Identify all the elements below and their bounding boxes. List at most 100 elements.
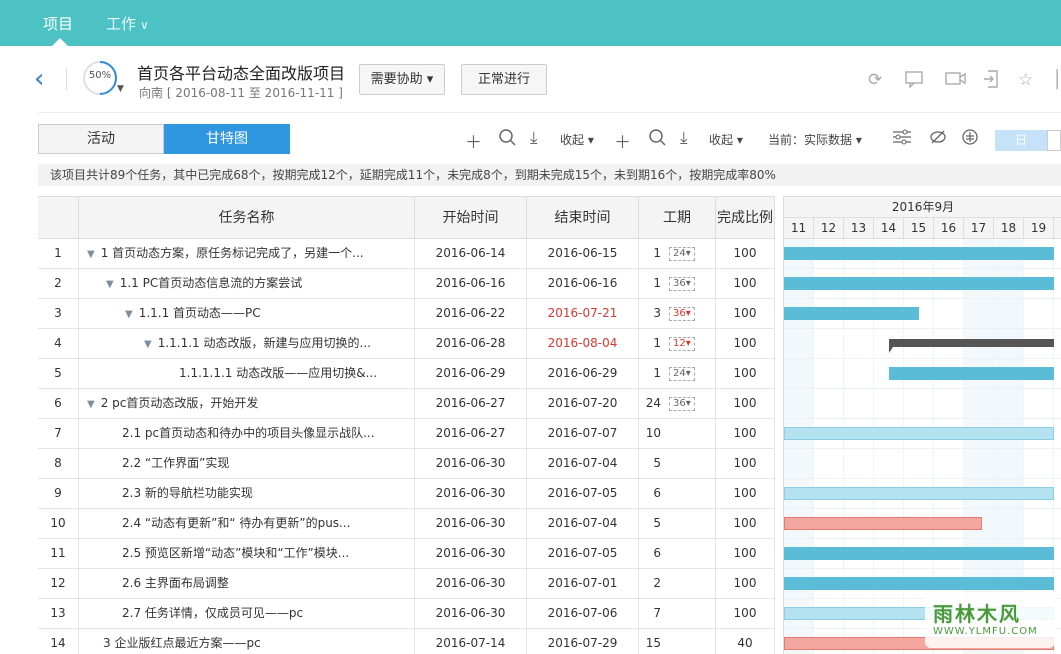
expand-toggle-icon[interactable]: ▼ xyxy=(87,399,95,410)
start-date-cell[interactable]: 2016-06-30 xyxy=(415,509,527,538)
task-name-cell[interactable]: ▼ 1 首页动态方案，原任务标记完成了，另建一个... xyxy=(79,239,415,268)
task-name-cell[interactable]: 2.1 pc首页动态和待办中的项目头像显示战队... xyxy=(79,419,415,448)
filter-settings-icon[interactable] xyxy=(892,128,912,151)
gantt-bar[interactable] xyxy=(784,486,1054,500)
gantt-bar[interactable] xyxy=(784,576,1054,590)
task-name-cell[interactable]: 2.7 任务详情，仅成员可见——pc xyxy=(79,599,415,628)
start-date-cell[interactable]: 2016-06-27 xyxy=(415,389,527,418)
table-row[interactable]: 13 2.7 任务详情，仅成员可见——pc 2016-06-30 2016-07-06… xyxy=(38,599,775,629)
start-date-cell[interactable]: 2016-06-30 xyxy=(415,569,527,598)
task-name-cell[interactable]: 2.2 “工作界面”实现 xyxy=(79,449,415,478)
duration-cell[interactable]: 1 12▾ xyxy=(639,329,716,358)
duration-cell[interactable]: 24 36▾ xyxy=(639,389,716,418)
duration-cell[interactable]: 1 36▾ xyxy=(639,269,716,298)
tab-gantt[interactable]: 甘特图 xyxy=(164,124,290,154)
tab-activity[interactable]: 活动 xyxy=(38,124,164,154)
gantt-bar[interactable] xyxy=(784,516,982,530)
start-date-cell[interactable]: 2016-06-16 xyxy=(415,269,527,298)
completion-cell[interactable]: 100 xyxy=(716,449,775,478)
duration-spinner[interactable]: 24▾ xyxy=(669,366,695,381)
start-date-cell[interactable]: 2016-07-14 xyxy=(415,629,527,654)
end-date-cell[interactable]: 2016-07-07 xyxy=(527,419,639,448)
start-date-cell[interactable]: 2016-06-30 xyxy=(415,599,527,628)
table-row[interactable]: 12 2.6 主界面布局调整 2016-06-30 2016-07-01 2 100 xyxy=(38,569,775,599)
duration-cell[interactable]: 5 xyxy=(639,449,716,478)
duration-cell[interactable]: 6 xyxy=(639,539,716,568)
table-row[interactable]: 8 2.2 “工作界面”实现 2016-06-30 2016-07-04 5 100 xyxy=(38,449,775,479)
task-name-cell[interactable]: 2.5 预览区新增“动态”模块和“工作”模块... xyxy=(79,539,415,568)
start-date-cell[interactable]: 2016-06-28 xyxy=(415,329,527,358)
table-row[interactable]: 3 ▼ 1.1.1 首页动态——PC 2016-06-22 2016-07-21 3 36▾… xyxy=(38,299,775,329)
collapse-dropdown-2[interactable]: 收起 ▾ xyxy=(709,131,743,148)
download-icon[interactable]: ⤓ xyxy=(530,128,538,148)
duration-cell[interactable]: 15 xyxy=(639,629,716,654)
end-date-cell[interactable]: 2016-07-21 xyxy=(527,299,639,328)
duration-cell[interactable]: 2 xyxy=(639,569,716,598)
duration-cell[interactable]: 1 24▾ xyxy=(639,239,716,268)
end-date-cell[interactable]: 2016-06-16 xyxy=(527,269,639,298)
duration-spinner[interactable]: 36▾ xyxy=(669,396,695,411)
gantt-bar[interactable] xyxy=(784,246,1054,260)
task-name-cell[interactable]: ▼ 1.1.1.1 动态改版，新建与应用切换的... xyxy=(79,329,415,358)
col-header-end[interactable]: 结束时间 xyxy=(527,197,639,239)
back-button[interactable]: ‹ xyxy=(34,64,44,94)
expand-toggle-icon[interactable]: ▼ xyxy=(106,279,114,290)
completion-cell[interactable]: 100 xyxy=(716,239,775,268)
task-name-cell[interactable]: 2.6 主界面布局调整 xyxy=(79,569,415,598)
completion-cell[interactable]: 100 xyxy=(716,479,775,508)
completion-cell[interactable]: 100 xyxy=(716,419,775,448)
end-date-cell[interactable]: 2016-07-20 xyxy=(527,389,639,418)
day-view-button[interactable]: 日 xyxy=(995,130,1047,151)
start-date-cell[interactable]: 2016-06-30 xyxy=(415,449,527,478)
video-icon[interactable] xyxy=(945,70,967,93)
week-view-button[interactable] xyxy=(1047,130,1061,151)
table-row[interactable]: 9 2.3 新的导航栏功能实现 2016-06-30 2016-07-05 6 100 xyxy=(38,479,775,509)
completion-cell[interactable]: 100 xyxy=(716,269,775,298)
start-date-cell[interactable]: 2016-06-14 xyxy=(415,239,527,268)
end-date-cell[interactable]: 2016-06-15 xyxy=(527,239,639,268)
expand-toggle-icon[interactable]: ▼ xyxy=(125,309,133,320)
col-header-start[interactable]: 开始时间 xyxy=(415,197,527,239)
duration-cell[interactable]: 3 36▾ xyxy=(639,299,716,328)
end-date-cell[interactable]: 2016-07-04 xyxy=(527,509,639,538)
completion-cell[interactable]: 100 xyxy=(716,539,775,568)
completion-cell[interactable]: 100 xyxy=(716,329,775,358)
duration-cell[interactable]: 6 xyxy=(639,479,716,508)
add-icon[interactable]: ＋ xyxy=(465,128,482,153)
completion-cell[interactable]: 100 xyxy=(716,599,775,628)
end-date-cell[interactable]: 2016-07-01 xyxy=(527,569,639,598)
start-date-cell[interactable]: 2016-06-29 xyxy=(415,359,527,388)
completion-cell[interactable]: 100 xyxy=(716,299,775,328)
gantt-bar[interactable] xyxy=(784,306,919,320)
duration-spinner[interactable]: 36▾ xyxy=(669,276,695,291)
download-icon-2[interactable]: ⤓ xyxy=(680,128,688,148)
refresh-icon[interactable]: ⟳ xyxy=(868,70,882,90)
nav-tab-work[interactable]: 工作 ∨ xyxy=(106,13,149,34)
more-icon[interactable]: │ xyxy=(1052,70,1061,90)
completion-cell[interactable]: 100 xyxy=(716,509,775,538)
end-date-cell[interactable]: 2016-07-05 xyxy=(527,539,639,568)
expand-toggle-icon[interactable]: ▼ xyxy=(144,339,152,350)
duration-spinner[interactable]: 36▾ xyxy=(669,306,695,321)
end-date-cell[interactable]: 2016-07-06 xyxy=(527,599,639,628)
hide-icon[interactable] xyxy=(929,128,947,151)
table-row[interactable]: 10 2.4 “动态有更新”和“ 待办有更新”的pus... 2016-06-30 2… xyxy=(38,509,775,539)
start-date-cell[interactable]: 2016-06-30 xyxy=(415,479,527,508)
col-header-duration[interactable]: 工期 xyxy=(639,197,716,239)
nav-tab-project[interactable]: 项目 xyxy=(43,13,73,34)
gantt-bar[interactable] xyxy=(889,366,1054,380)
duration-spinner[interactable]: 24▾ xyxy=(669,246,695,261)
table-row[interactable]: 5 1.1.1.1.1 动态改版——应用切换&... 2016-06-29 2016-… xyxy=(38,359,775,389)
search-icon[interactable] xyxy=(498,128,516,151)
duration-cell[interactable]: 1 24▾ xyxy=(639,359,716,388)
table-row[interactable]: 1 ▼ 1 首页动态方案，原任务标记完成了，另建一个... 2016-06-14 201… xyxy=(38,239,775,269)
completion-cell[interactable]: 40 xyxy=(716,629,775,654)
table-row[interactable]: 6 ▼ 2 pc首页动态改版，开始开发 2016-06-27 2016-07-20 24 3… xyxy=(38,389,775,419)
end-date-cell[interactable]: 2016-07-29 xyxy=(527,629,639,654)
table-row[interactable]: 11 2.5 预览区新增“动态”模块和“工作”模块... 2016-06-30 201… xyxy=(38,539,775,569)
currency-icon[interactable] xyxy=(961,128,979,151)
task-name-cell[interactable]: 1.1.1.1.1 动态改版——应用切换&... xyxy=(79,359,415,388)
start-date-cell[interactable]: 2016-06-27 xyxy=(415,419,527,448)
need-help-button[interactable]: 需要协助 ▾ xyxy=(359,64,445,95)
task-name-cell[interactable]: ▼ 2 pc首页动态改版，开始开发 xyxy=(79,389,415,418)
